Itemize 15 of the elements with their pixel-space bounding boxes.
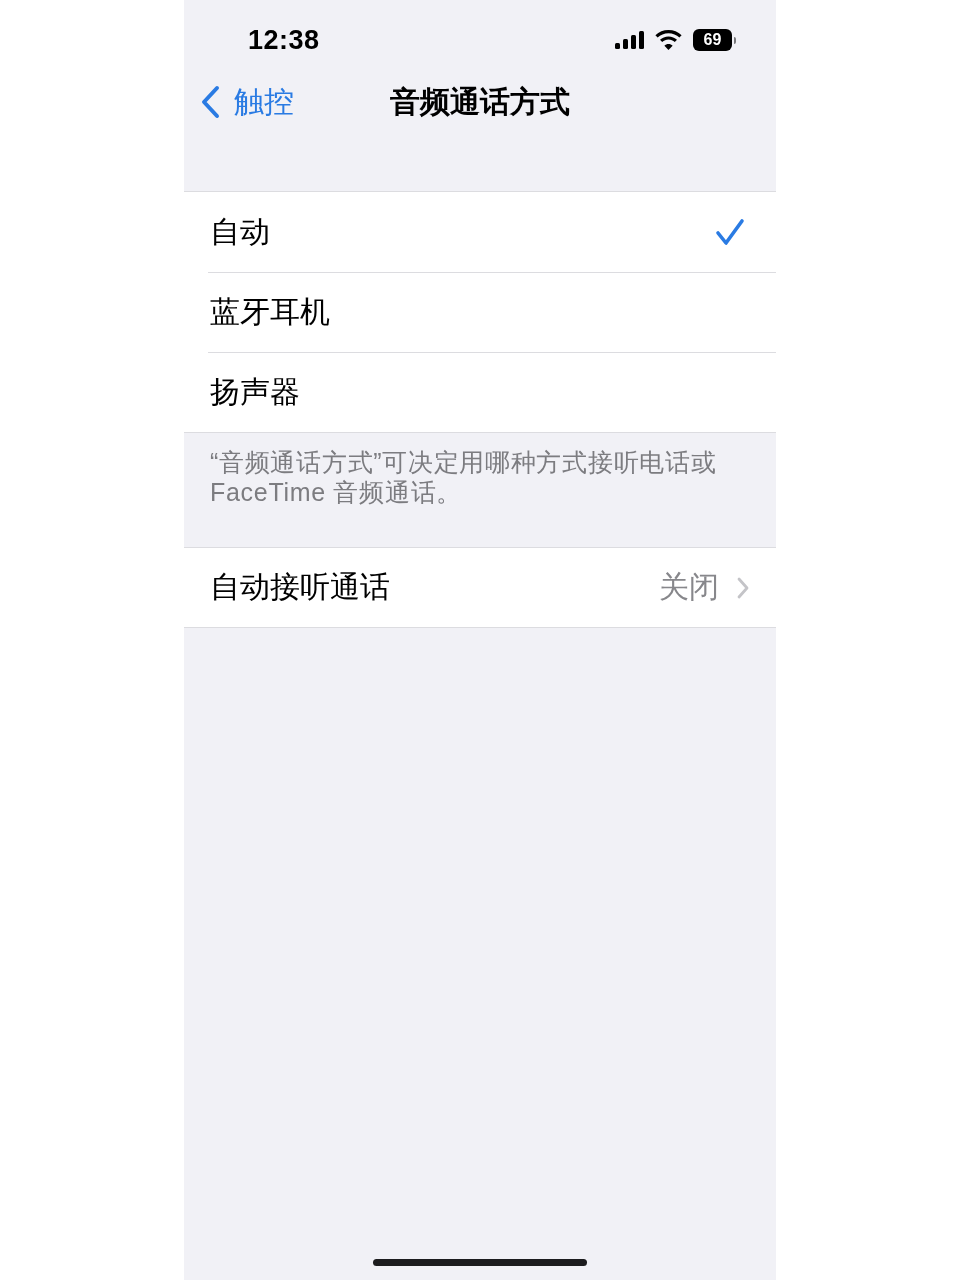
nav-title: 音频通话方式 bbox=[390, 83, 570, 120]
chevron-left-icon bbox=[200, 85, 220, 119]
signal-icon bbox=[615, 31, 644, 49]
back-button[interactable]: 触控 bbox=[200, 81, 294, 123]
battery-percentage: 69 bbox=[693, 29, 732, 51]
setting-label: 自动接听通话 bbox=[210, 569, 390, 605]
option-row[interactable]: 自动 bbox=[184, 192, 776, 272]
status-time: 12:38 bbox=[248, 24, 320, 56]
option-row[interactable]: 扬声器 bbox=[184, 352, 776, 432]
option-row[interactable]: 蓝牙耳机 bbox=[184, 272, 776, 352]
setting-value: 关闭 bbox=[659, 569, 719, 605]
wifi-icon bbox=[655, 30, 682, 50]
setting-row[interactable]: 自动接听通话 关闭 bbox=[184, 548, 776, 627]
options-footer-text: “音频通话方式”可决定用哪种方式接听电话或FaceTime 音频通话。 bbox=[209, 447, 718, 508]
chevron-right-icon bbox=[737, 576, 749, 599]
